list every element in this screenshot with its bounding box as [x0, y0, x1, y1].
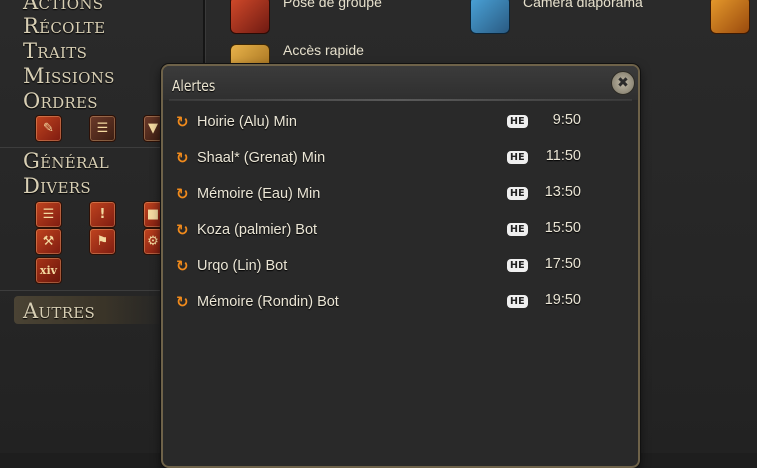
alerts-window: Alertes ✖ ↻ Hoirie (Alu) Min HE 9:50 ↻ S…	[161, 64, 640, 468]
tool-label: Pose de groupe	[283, 0, 382, 10]
alert-row[interactable]: ↻ Shaal* (Grenat) Min HE 11:50	[173, 146, 628, 170]
alert-time: 19:50	[544, 292, 581, 308]
time-tag-badge: HE	[507, 295, 528, 308]
category-general[interactable]: Général	[23, 149, 109, 173]
alert-time: 9:50	[552, 112, 581, 128]
alert-name: Mémoire (Eau) Min	[197, 186, 321, 202]
alert-row[interactable]: ↻ Hoirie (Alu) Min HE 9:50	[173, 110, 628, 134]
alert-row[interactable]: ↻ Urqo (Lin) Bot HE 17:50	[173, 254, 628, 278]
repeat-icon: ↻	[176, 113, 189, 131]
misc-icon-list[interactable]: ☰	[35, 201, 62, 228]
alert-name: Hoirie (Alu) Min	[197, 114, 297, 130]
category-traits[interactable]: Traits	[23, 39, 87, 63]
close-icon[interactable]: ✖	[611, 71, 635, 95]
orders-icon-2[interactable]: ☰	[89, 115, 116, 142]
alert-time: 15:50	[544, 220, 581, 236]
time-tag-badge: HE	[507, 115, 528, 128]
alert-name: Mémoire (Rondin) Bot	[197, 294, 339, 310]
repeat-icon: ↻	[176, 221, 189, 239]
alert-row[interactable]: ↻ Mémoire (Eau) Min HE 13:50	[173, 182, 628, 206]
category-ordres[interactable]: Ordres	[23, 89, 98, 113]
time-tag-badge: HE	[507, 151, 528, 164]
category-missions[interactable]: Missions	[23, 64, 115, 88]
tool-label: Accès rapide	[283, 42, 364, 58]
alerts-title: Alertes	[172, 77, 216, 95]
tool-bell[interactable]	[710, 0, 750, 34]
alert-name: Shaal* (Grenat) Min	[197, 150, 326, 166]
time-tag-badge: HE	[507, 223, 528, 236]
repeat-icon: ↻	[176, 293, 189, 311]
alert-name: Urqo (Lin) Bot	[197, 258, 288, 274]
repeat-icon: ↻	[176, 149, 189, 167]
alerts-header[interactable]: Alertes ✖	[163, 66, 638, 100]
alert-time: 13:50	[544, 184, 581, 200]
tool-label: Caméra diaporama	[523, 0, 643, 10]
category-actions[interactable]: Actions	[23, 0, 103, 14]
xiv-icon[interactable]: xiv	[35, 257, 62, 284]
category-recolte[interactable]: Récolte	[23, 14, 105, 38]
category-divers[interactable]: Divers	[23, 174, 91, 198]
alert-time: 11:50	[545, 148, 581, 164]
time-tag-badge: HE	[507, 259, 528, 272]
orders-icon-3[interactable]: ▼	[143, 115, 163, 142]
camera-icon	[470, 0, 510, 34]
repeat-icon: ↻	[176, 257, 189, 275]
group-pose-icon	[230, 0, 270, 34]
misc-icon-book[interactable]: ■	[143, 201, 163, 228]
misc-icon-alert[interactable]: !	[89, 201, 116, 228]
misc-icon-gear[interactable]: ⚙	[143, 228, 163, 255]
bell-icon	[710, 0, 750, 34]
alert-time: 17:50	[544, 256, 581, 272]
repeat-icon: ↻	[176, 185, 189, 203]
alert-name: Koza (palmier) Bot	[197, 222, 318, 238]
tool-pose-de-groupe[interactable]: Pose de groupe	[230, 0, 382, 34]
alert-row[interactable]: ↻ Mémoire (Rondin) Bot HE 19:50	[173, 290, 628, 314]
orders-icon-1[interactable]: ✎	[35, 115, 62, 142]
header-divider	[169, 99, 632, 101]
tool-camera-diaporama[interactable]: Caméra diaporama	[470, 0, 643, 34]
category-autres[interactable]: Autres	[23, 299, 95, 323]
alert-row[interactable]: ↻ Koza (palmier) Bot HE 15:50	[173, 218, 628, 242]
misc-icon-flag[interactable]: ⚑	[89, 228, 116, 255]
misc-icon-tools[interactable]: ⚒	[35, 228, 62, 255]
time-tag-badge: HE	[507, 187, 528, 200]
